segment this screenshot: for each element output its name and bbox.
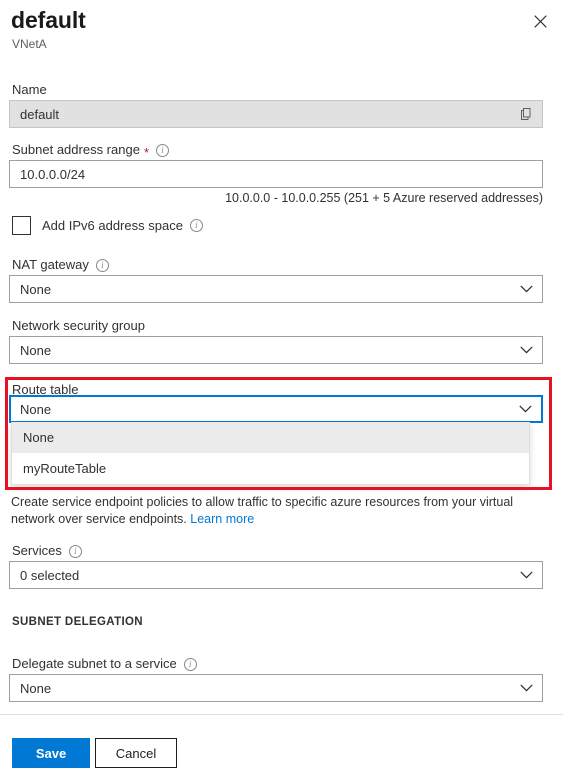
network-security-group-label: Network security group xyxy=(12,318,145,333)
chevron-down-icon xyxy=(520,346,533,354)
delegate-subnet-label: Delegate subnet to a service i xyxy=(12,655,197,673)
name-label: Name xyxy=(12,82,47,97)
subnet-address-range-input[interactable]: 10.0.0.0/24 xyxy=(9,160,543,188)
route-table-value: None xyxy=(20,401,52,417)
network-security-group-dropdown[interactable]: None xyxy=(9,336,543,364)
services-value: 0 selected xyxy=(20,567,80,583)
subnet-address-range-label: Subnet address range * i xyxy=(12,141,169,159)
info-icon[interactable]: i xyxy=(68,544,82,558)
nat-gateway-label: NAT gateway i xyxy=(12,256,109,274)
add-ipv6-checkbox[interactable]: Add IPv6 address space i xyxy=(12,216,203,235)
cancel-button[interactable]: Cancel xyxy=(95,738,177,768)
learn-more-link[interactable]: Learn more xyxy=(190,512,254,526)
chevron-down-icon xyxy=(520,571,533,579)
nat-gateway-value: None xyxy=(20,281,52,297)
route-table-dropdown-list: None myRouteTable xyxy=(11,422,530,485)
info-icon[interactable]: i xyxy=(95,258,109,272)
services-dropdown[interactable]: 0 selected xyxy=(9,561,543,589)
delegate-subnet-dropdown[interactable]: None xyxy=(9,674,543,702)
subnet-address-range-value: 10.0.0.0/24 xyxy=(20,166,86,182)
services-label: Services i xyxy=(12,542,82,560)
info-icon[interactable]: i xyxy=(156,143,169,157)
info-icon[interactable]: i xyxy=(183,657,197,671)
add-ipv6-label: Add IPv6 address space i xyxy=(42,218,203,233)
delegate-subnet-value: None xyxy=(20,680,52,696)
footer-divider xyxy=(0,714,563,715)
copy-icon[interactable] xyxy=(520,107,534,121)
service-endpoints-description: Create service endpoint policies to allo… xyxy=(11,494,545,528)
close-icon xyxy=(533,14,547,28)
dropdown-option-myroutetable[interactable]: myRouteTable xyxy=(12,453,529,484)
page-title: default xyxy=(11,7,86,33)
address-range-helper-text: 10.0.0.0 - 10.0.0.255 (251 + 5 Azure res… xyxy=(225,191,543,205)
network-security-group-value: None xyxy=(20,342,52,358)
info-icon[interactable]: i xyxy=(189,219,203,232)
nat-gateway-dropdown[interactable]: None xyxy=(9,275,543,303)
subnet-edit-blade: default VNetA Name default Subnet addres… xyxy=(0,0,563,781)
close-button[interactable] xyxy=(525,6,555,36)
route-table-dropdown[interactable]: None xyxy=(9,395,543,423)
dropdown-option-none[interactable]: None xyxy=(12,422,529,453)
chevron-down-icon xyxy=(520,285,533,293)
name-input-value: default xyxy=(20,106,60,122)
save-button[interactable]: Save xyxy=(12,738,90,768)
subnet-delegation-section-title: SUBNET DELEGATION xyxy=(12,616,143,628)
name-input[interactable]: default xyxy=(9,100,543,128)
page-subtitle: VNetA xyxy=(12,37,47,51)
checkbox-box xyxy=(12,216,31,235)
required-marker: * xyxy=(143,144,149,160)
service-endpoints-description-text: Create service endpoint policies to allo… xyxy=(11,495,514,526)
chevron-down-icon xyxy=(519,405,532,413)
blade-header: default VNetA xyxy=(0,0,563,62)
chevron-down-icon xyxy=(520,684,533,692)
